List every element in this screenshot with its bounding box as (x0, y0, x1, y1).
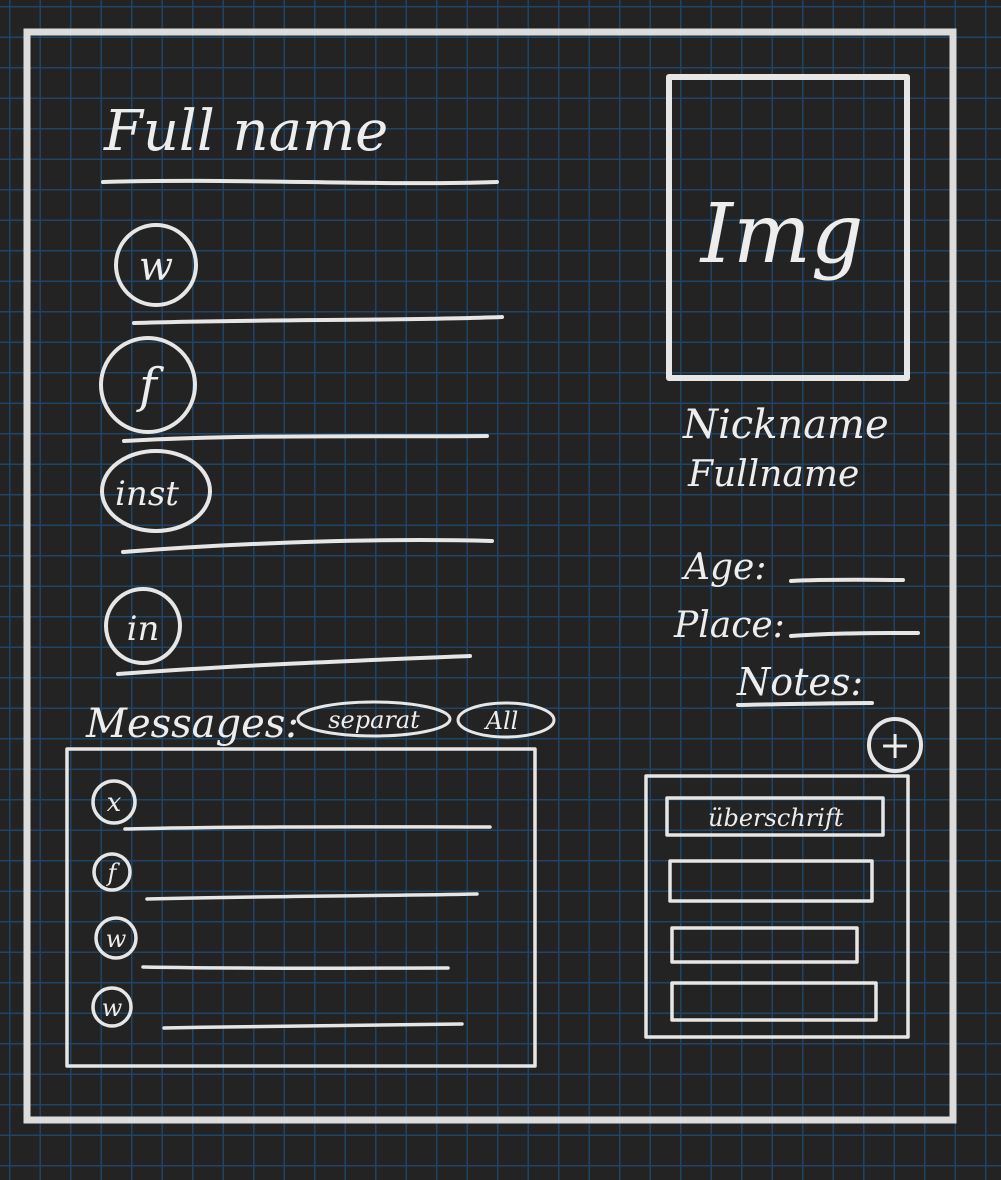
facebook-glyph: f (136, 358, 164, 414)
place-label: Place: (673, 605, 785, 646)
filter-all-label: All (484, 707, 519, 735)
notes-label-underline (736, 701, 874, 707)
note-field[interactable] (668, 859, 874, 903)
full-name-underline (101, 178, 499, 186)
message-glyph: f (106, 859, 121, 887)
age-label: Age: (681, 547, 766, 588)
linkedin-glyph: in (127, 609, 160, 649)
social-linkedin[interactable]: in (104, 587, 182, 665)
note-field[interactable] (670, 926, 859, 964)
message-row[interactable]: w (94, 916, 450, 970)
message-row[interactable]: x (91, 779, 492, 831)
social-facebook-field[interactable] (122, 434, 489, 443)
note-heading-text: überschrift (708, 804, 844, 832)
social-instagram[interactable]: inst (100, 449, 212, 533)
message-glyph: w (102, 994, 123, 1022)
message-glyph: x (107, 788, 122, 818)
social-linkedin-field[interactable] (116, 654, 472, 676)
fullname-label: Fullname (687, 454, 859, 495)
filter-separate-label: separat (328, 706, 420, 734)
whatsapp-glyph: w (139, 244, 173, 290)
social-whatsapp[interactable]: w (114, 223, 198, 307)
add-note-button[interactable]: + (867, 717, 923, 773)
filter-separate-button[interactable]: separat (296, 700, 452, 738)
social-whatsapp-field[interactable] (132, 315, 504, 325)
filter-all-button[interactable]: All (456, 701, 556, 739)
place-field[interactable] (789, 631, 920, 638)
wireframe-sketch: Full name w f inst in Messages: separat … (23, 28, 957, 1124)
instagram-glyph: inst (115, 474, 179, 514)
message-row[interactable]: w (91, 986, 464, 1030)
age-field[interactable] (789, 577, 905, 583)
image-label: Img (699, 187, 864, 282)
notes-label: Notes: (736, 660, 863, 704)
message-line (162, 1022, 464, 1030)
messages-panel (65, 747, 537, 1068)
social-facebook[interactable]: f (99, 336, 197, 434)
message-line (123, 825, 492, 831)
message-glyph: w (106, 925, 127, 953)
message-row[interactable]: f (92, 852, 479, 901)
add-note-glyph: + (879, 723, 911, 767)
message-line (141, 965, 450, 970)
note-field[interactable] (670, 981, 878, 1022)
social-instagram-field[interactable] (121, 538, 494, 554)
message-line (145, 892, 479, 901)
nickname-label: Nickname (682, 402, 889, 448)
full-name-title: Full name (103, 99, 388, 164)
messages-label: Messages: (85, 701, 299, 747)
